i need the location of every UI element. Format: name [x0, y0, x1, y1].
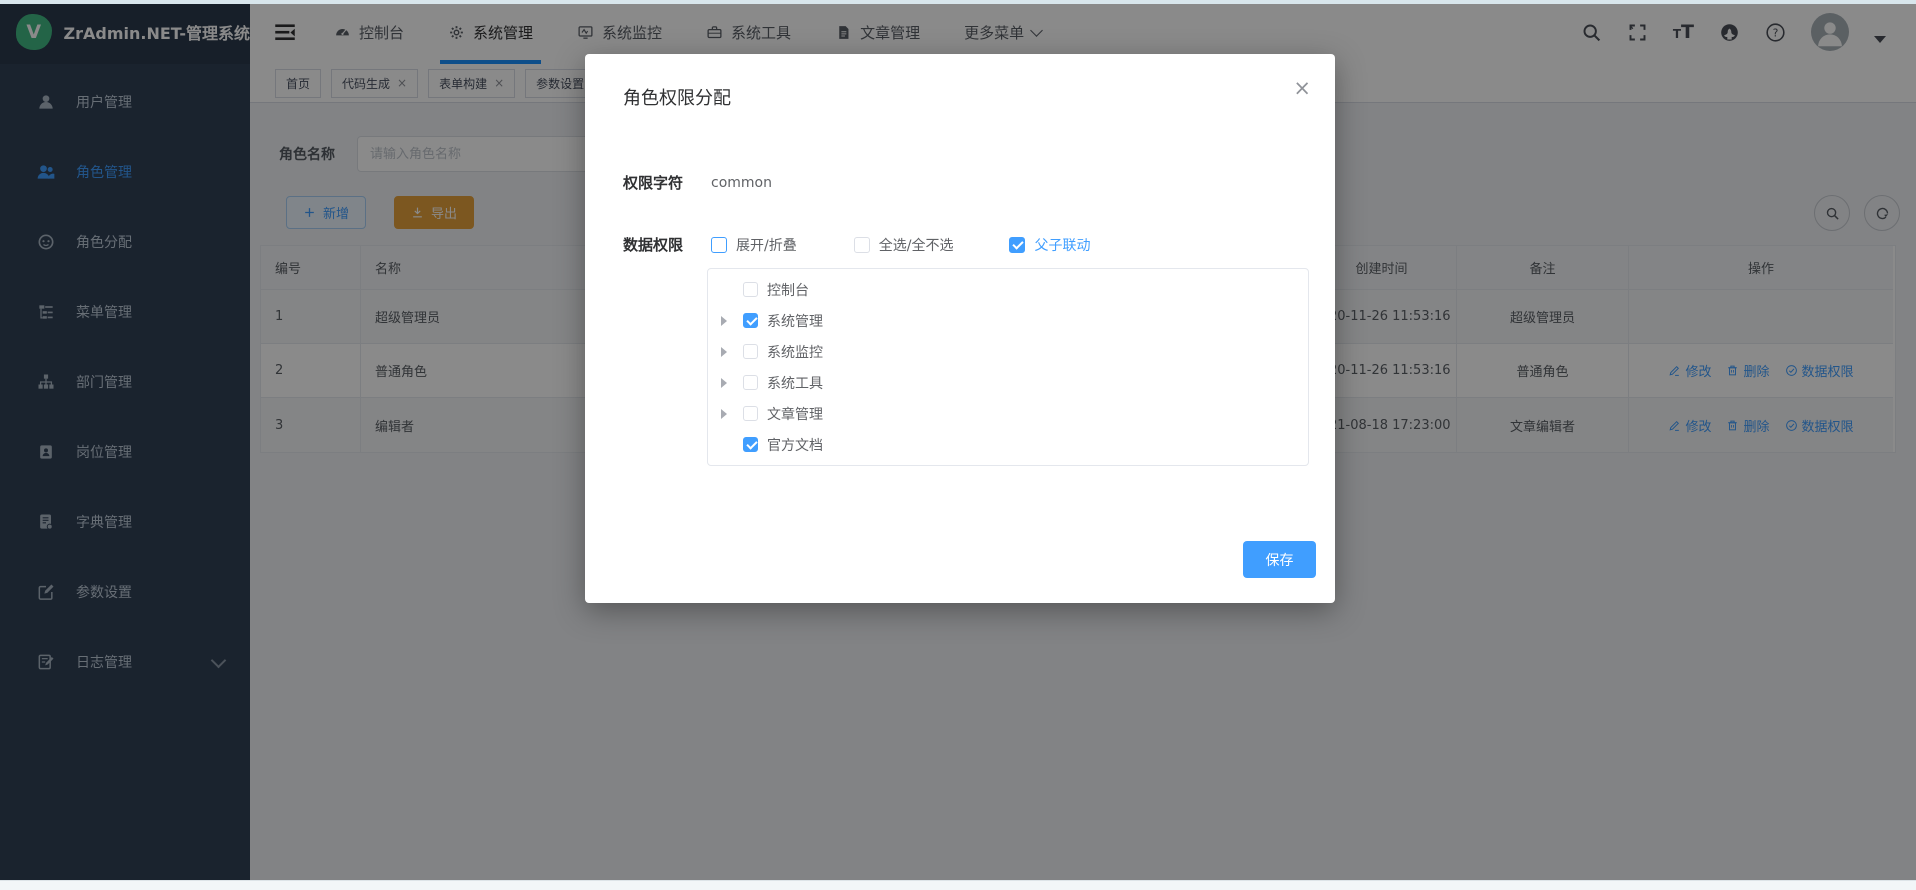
checkbox-icon[interactable] — [743, 282, 758, 297]
menu-permission-tree: 控制台 系统管理 系统监控 系统工具 文章管理 官方文档 — [707, 268, 1309, 466]
checkbox-icon[interactable] — [743, 406, 758, 421]
save-button[interactable]: 保存 — [1243, 541, 1316, 578]
tree-node-system[interactable]: 系统管理 — [708, 305, 1308, 336]
perm-char-label: 权限字符 — [623, 172, 683, 193]
expand-arrow-icon[interactable] — [721, 316, 743, 326]
checkbox-icon[interactable] — [743, 375, 758, 390]
data-scope-label: 数据权限 — [623, 234, 683, 255]
expand-collapse-checkbox[interactable]: 展开/折叠 — [711, 235, 797, 255]
dialog-title: 角色权限分配 — [623, 84, 731, 110]
expand-arrow-icon[interactable] — [721, 409, 743, 419]
checkbox-icon[interactable] — [743, 344, 758, 359]
checkbox-checked-icon — [1009, 237, 1025, 253]
expand-arrow-icon[interactable] — [721, 347, 743, 357]
tree-node-console[interactable]: 控制台 — [708, 274, 1308, 305]
checkbox-icon — [711, 237, 727, 253]
role-permission-dialog: 角色权限分配 × 权限字符 common 数据权限 展开/折叠 全选/全不选 父… — [585, 54, 1335, 603]
tree-node-articles[interactable]: 文章管理 — [708, 398, 1308, 429]
expand-arrow-icon[interactable] — [721, 378, 743, 388]
top-edge-strip — [0, 0, 1916, 4]
close-icon[interactable]: × — [1293, 78, 1311, 99]
select-all-checkbox[interactable]: 全选/全不选 — [854, 235, 954, 255]
tree-node-tools[interactable]: 系统工具 — [708, 367, 1308, 398]
checkbox-checked-icon[interactable] — [743, 437, 758, 452]
tree-node-monitor[interactable]: 系统监控 — [708, 336, 1308, 367]
checkbox-checked-icon[interactable] — [743, 313, 758, 328]
perm-char-value: common — [711, 175, 772, 191]
checkbox-icon — [854, 237, 870, 253]
tree-node-docs[interactable]: 官方文档 — [708, 429, 1308, 460]
parent-child-link-checkbox[interactable]: 父子联动 — [1009, 235, 1090, 255]
horizontal-scrollbar[interactable] — [0, 880, 1916, 890]
